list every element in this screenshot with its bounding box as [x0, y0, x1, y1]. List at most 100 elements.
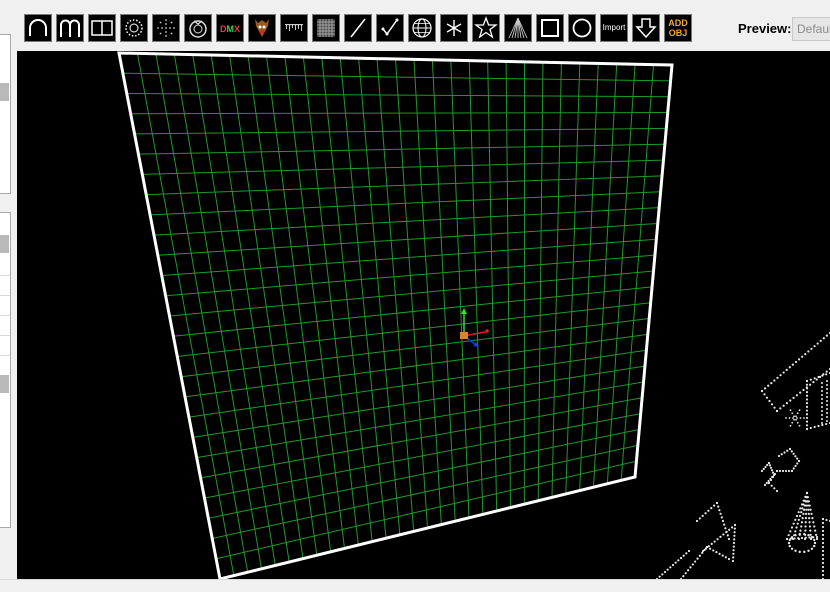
prop-light-dot: [813, 525, 815, 527]
prop-light-dot: [826, 420, 828, 422]
prop-light-dot: [811, 517, 813, 519]
prop-light-dot: [661, 573, 663, 575]
prop-light-dot: [822, 570, 824, 572]
grid-line-horizontal: [201, 398, 643, 478]
dmx-tool-button[interactable]: DMX: [216, 14, 244, 42]
single-line-tool-button[interactable]: [344, 14, 372, 42]
prop-light-dot: [677, 559, 679, 561]
gizmo-x-handle[interactable]: [485, 329, 489, 333]
image-tool-button[interactable]: [248, 14, 276, 42]
prop-light-dot: [803, 509, 805, 511]
prop-light-dot: [816, 378, 818, 380]
matrix-icon: [313, 15, 339, 41]
prop-light-dot: [799, 425, 801, 427]
download-tool-button[interactable]: [632, 14, 660, 42]
prop-light-dot: [793, 419, 795, 421]
prop-light-dot: [808, 500, 810, 502]
window-frame-icon: [89, 15, 115, 41]
prop-light-dot: [766, 397, 768, 399]
prop-light-dot: [794, 550, 796, 552]
prop-light-dot: [806, 409, 808, 411]
add-object-tool-button[interactable]: ADD OBJ: [664, 14, 692, 42]
properties-panel[interactable]: [0, 212, 11, 528]
prop-light-dot: [821, 422, 823, 424]
scene-canvas[interactable]: [17, 51, 830, 579]
wreath-tool-button[interactable]: [184, 14, 212, 42]
layout-viewport[interactable]: [17, 51, 830, 579]
prop-light-dot: [728, 529, 730, 531]
prop-light-dot: [701, 552, 703, 554]
prop-light-dot: [721, 516, 723, 518]
prop-light-dot: [773, 474, 775, 476]
prop-light-dot: [710, 507, 712, 509]
prop-light-dot: [810, 509, 812, 511]
poly-line-tool-button[interactable]: [376, 14, 404, 42]
gizmo-center-handle[interactable]: [460, 332, 468, 339]
prop-light-dot: [709, 548, 711, 550]
candy-cane-tool-button[interactable]: [56, 14, 84, 42]
prop-light-dot: [733, 546, 735, 548]
prop-light-dot: [776, 490, 778, 492]
prop-light-dot: [810, 534, 812, 536]
prop-light-dot: [694, 560, 696, 562]
prop-light-dot: [687, 569, 689, 571]
preview-label: Preview:: [738, 21, 791, 36]
icicles-tool-button[interactable]: [280, 14, 308, 42]
prop-light-dot: [797, 412, 799, 414]
prop-light-dot: [704, 549, 706, 551]
prop-light-dot: [803, 551, 805, 553]
prop-light-dot: [795, 361, 797, 363]
sphere-tool-button[interactable]: [408, 14, 436, 42]
prop-light-dot: [773, 379, 775, 381]
prop-light-dot: [791, 536, 793, 538]
grid-line-horizontal: [216, 461, 636, 559]
prop-light-dot: [798, 519, 800, 521]
add-object-icon: ADD OBJ: [665, 15, 691, 38]
prop-light-dot: [805, 509, 807, 511]
prop-light-dot: [821, 402, 823, 404]
background-props: [656, 332, 830, 579]
star-tool-button[interactable]: [472, 14, 500, 42]
prop-light-dot: [797, 422, 799, 424]
prop-light-dot: [789, 399, 791, 401]
prop-light-dot: [821, 390, 823, 392]
prop-light-dot: [801, 507, 803, 509]
prop-light-dot: [821, 424, 823, 426]
prop-light-dot: [800, 511, 802, 513]
prop-light-dot: [799, 507, 801, 509]
property-divider: [0, 295, 10, 296]
tree-tool-button[interactable]: [504, 14, 532, 42]
circle-dots-tool-button[interactable]: [120, 14, 148, 42]
prop-light-dot: [733, 542, 735, 544]
circle-tool-button[interactable]: [568, 14, 596, 42]
prop-light-dot: [793, 415, 795, 417]
prop-light-dot: [803, 533, 805, 535]
window-frame-tool-button[interactable]: [88, 14, 116, 42]
prop-light-dot: [823, 337, 825, 339]
prop-light-dot: [821, 414, 823, 416]
prop-light-dot: [776, 377, 778, 379]
prop-light-dot: [699, 555, 701, 557]
matrix-tool-button[interactable]: [312, 14, 340, 42]
cube-tool-button[interactable]: [536, 14, 564, 42]
starburst-tool-button[interactable]: [152, 14, 180, 42]
prop-light-dot: [793, 467, 795, 469]
prop-light-dot: [688, 550, 690, 552]
property-divider: [0, 335, 10, 336]
prop-light-dot: [811, 548, 813, 550]
import-tool-button[interactable]: Import: [600, 14, 628, 42]
prop-light-dot: [799, 392, 801, 394]
prop-light-dot: [822, 566, 824, 568]
spinner-tool-button[interactable]: [440, 14, 468, 42]
arch-tool-button[interactable]: [24, 14, 52, 42]
prop-light-dot: [731, 526, 733, 528]
prop-light-dot: [713, 504, 715, 506]
prop-light-dot: [702, 515, 704, 517]
prop-light-dot: [727, 534, 729, 536]
preview-select[interactable]: Default: [792, 17, 830, 41]
prop-light-dot: [788, 470, 790, 472]
model-list-selected-row[interactable]: [0, 83, 9, 101]
model-list-panel[interactable]: [0, 34, 11, 194]
gizmo-y-arrow[interactable]: [461, 308, 467, 314]
prop-light-dot: [786, 450, 788, 452]
